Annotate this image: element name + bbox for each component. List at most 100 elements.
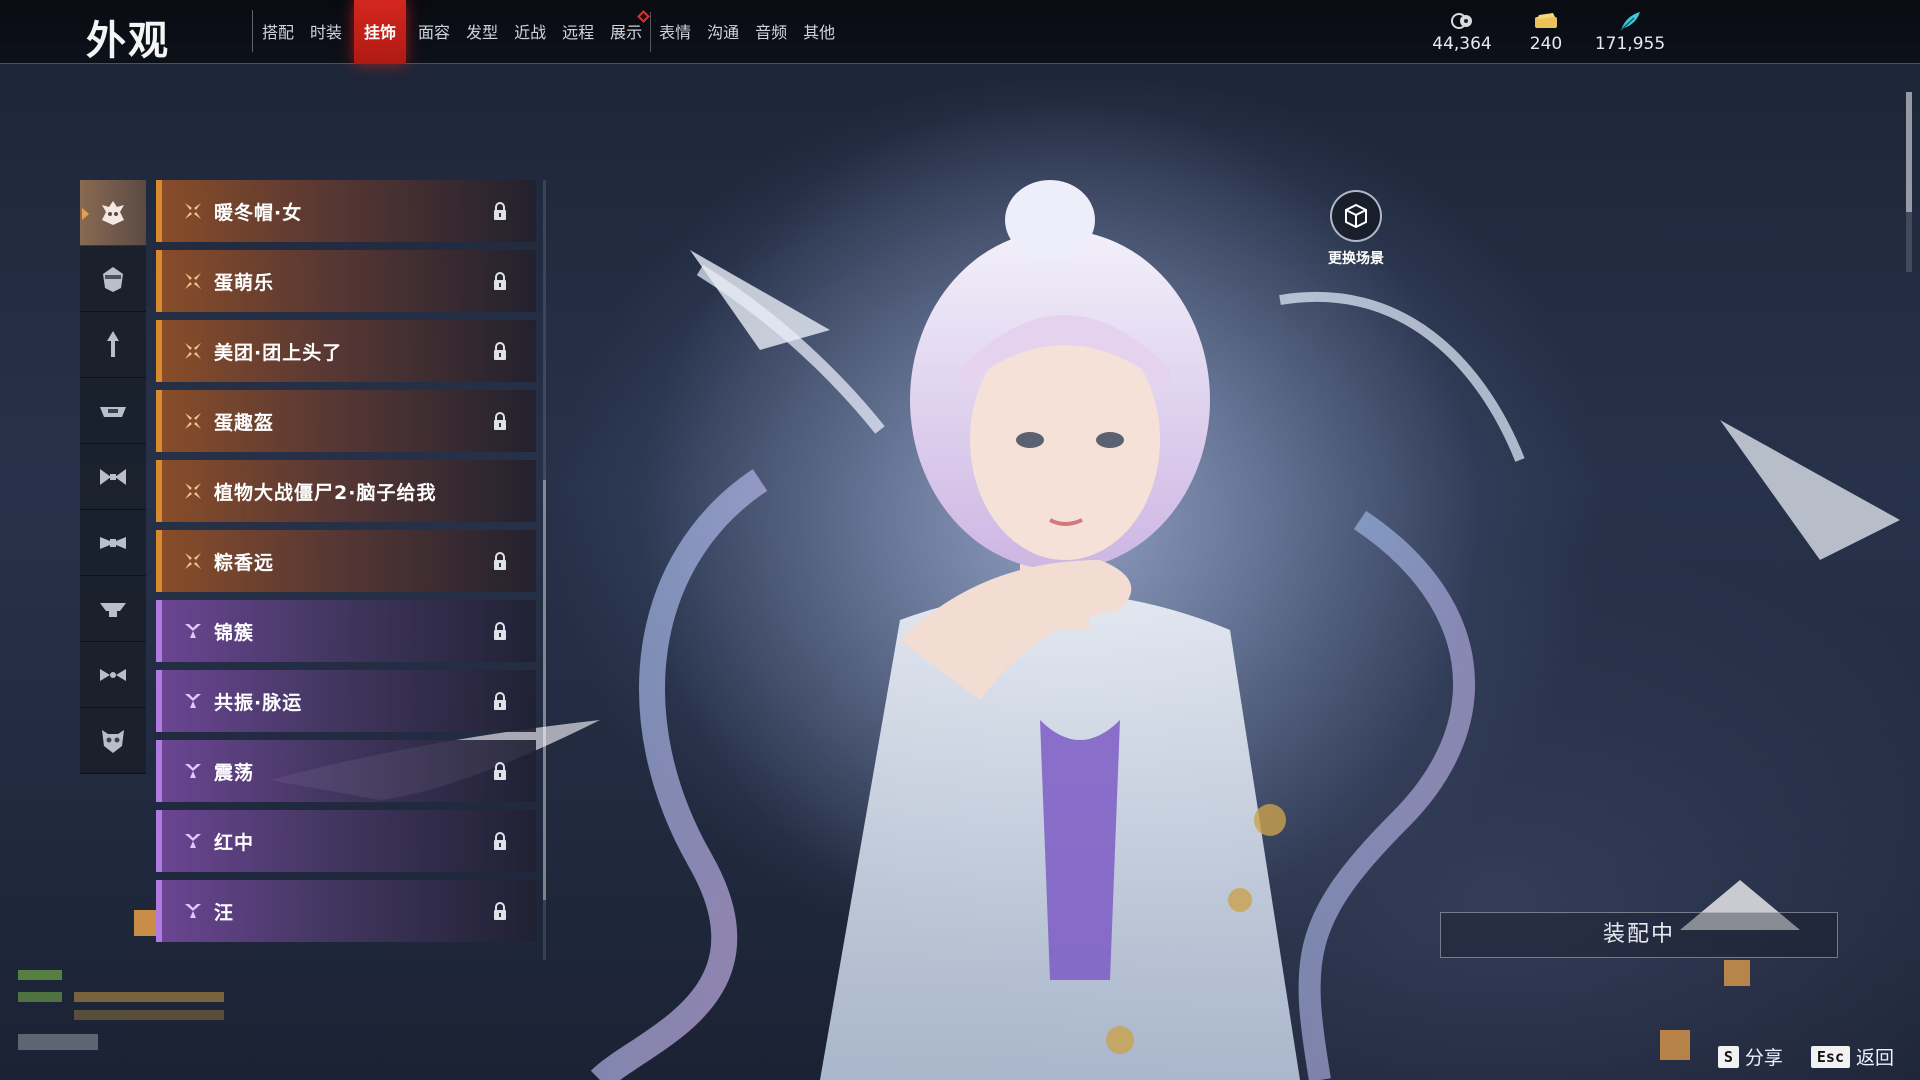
lock-icon [492,831,508,855]
item-name: 蛋萌乐 [214,271,275,294]
head-ornament-icon [102,200,124,225]
slot-hairpin[interactable] [80,312,146,378]
accessory-slot-rail [80,180,146,774]
key-hints: S 分享 Esc 返回 [1690,1043,1894,1070]
item-name: 美团·团上头了 [214,341,343,364]
right-scroll-thumb[interactable] [1906,92,1912,212]
lock-icon [492,691,508,715]
item-name: 共振·脉运 [214,691,303,714]
share-label: 分享 [1744,1047,1783,1069]
lock-icon [492,271,508,295]
tab-fashion[interactable]: 时装 [302,0,350,64]
tab-hairstyle[interactable]: 发型 [458,0,506,64]
feather-icon [1588,10,1672,32]
right-scrollbar[interactable] [1906,92,1912,272]
currency-feather[interactable]: 171,955 [1588,10,1672,54]
list-item[interactable]: 锦簇 [156,600,536,662]
item-name: 红中 [214,831,255,854]
legendary-rarity-icon [182,200,204,222]
list-item[interactable]: 暖冬帽·女 [156,180,536,242]
cube-icon [1330,190,1382,242]
blurred-hud [18,970,224,1050]
page-title: 外观 [86,18,170,64]
tab-melee[interactable]: 近战 [506,0,554,64]
lock-icon [492,761,508,785]
slot-bow[interactable] [80,444,146,510]
lock-icon [492,901,508,925]
list-item[interactable]: 汪 [156,880,536,942]
slot-waist[interactable] [80,510,146,576]
category-tabs: 搭配 时装 挂饰 面容 发型 近战 远程 展示 表情 沟通 音频 其他 [254,0,843,64]
slot-wing[interactable] [80,642,146,708]
wing-ornament-icon [100,668,126,681]
list-item[interactable]: 植物大战僵尸2·脑子给我 [156,460,536,522]
slot-back[interactable] [80,576,146,642]
list-scroll-thumb[interactable] [543,480,546,900]
legendary-rarity-icon [182,270,204,292]
item-name: 震荡 [214,761,255,784]
tab-audio[interactable]: 音频 [747,0,795,64]
change-scene-button[interactable]: 更换场景 [1324,190,1388,268]
currency-ticket[interactable]: 240 [1504,10,1588,54]
epic-rarity-icon [182,620,204,642]
epic-rarity-icon [182,900,204,922]
epic-rarity-icon [182,760,204,782]
tab-ranged[interactable]: 远程 [554,0,602,64]
accessory-list: 暖冬帽·女 蛋萌乐 美团·团上头了 蛋趣盔 植物大战僵尸2·脑子给我 粽香远 锦… [156,180,536,950]
hair-pin-icon [107,330,119,357]
list-item[interactable]: 蛋萌乐 [156,250,536,312]
change-scene-label: 更换场景 [1328,251,1384,267]
currency-ticket-value: 240 [1529,34,1563,54]
tab-face[interactable]: 面容 [410,0,458,64]
share-key: S [1717,1045,1739,1068]
top-bar: 外观 搭配 时装 挂饰 面容 发型 近战 远程 展示 表情 沟通 音频 其他 4… [0,0,1920,64]
waist-ornament-icon [100,536,126,549]
lock-icon [492,201,508,225]
title-divider [252,10,253,52]
lock-icon [492,551,508,575]
new-badge-icon [637,10,650,23]
back-label: 返回 [1855,1047,1894,1069]
back-hint[interactable]: Esc 返回 [1810,1043,1894,1070]
back-ornament-icon [100,602,126,617]
item-name: 植物大战僵尸2·脑子给我 [214,481,437,504]
tab-emote[interactable]: 表情 [651,0,699,64]
face-ornament-icon [103,266,123,292]
list-item[interactable]: 共振·脉运 [156,670,536,732]
legendary-rarity-icon [182,410,204,432]
lock-icon [492,621,508,645]
list-item[interactable]: 粽香远 [156,530,536,592]
bow-icon [100,468,126,485]
coin-icon [1420,10,1504,32]
tab-other[interactable]: 其他 [795,0,843,64]
item-name: 锦簇 [214,621,255,644]
legendary-rarity-icon [182,550,204,572]
list-item[interactable]: 红中 [156,810,536,872]
tab-showcase[interactable]: 展示 [602,0,650,64]
slot-brim[interactable] [80,378,146,444]
list-scrollbar[interactable] [543,180,546,960]
item-name: 粽香远 [214,551,275,574]
equip-status-button[interactable]: 装配中 [1440,912,1838,958]
legendary-rarity-icon [182,340,204,362]
tab-outfit[interactable]: 搭配 [254,0,302,64]
ticket-icon [1504,10,1588,32]
tab-accessories[interactable]: 挂饰 [354,0,407,64]
tab-communication[interactable]: 沟通 [699,0,747,64]
epic-rarity-icon [182,690,204,712]
currency-coin[interactable]: 44,364 [1420,10,1504,54]
hat-brim-icon [100,406,126,417]
list-item[interactable]: 美团·团上头了 [156,320,536,382]
slot-head[interactable] [80,180,146,246]
item-name: 蛋趣盔 [214,411,275,434]
list-item[interactable]: 震荡 [156,740,536,802]
slot-mask[interactable] [80,708,146,774]
currency-feather-value: 171,955 [1594,34,1666,54]
lock-icon [492,341,508,365]
list-item[interactable]: 蛋趣盔 [156,390,536,452]
item-name: 暖冬帽·女 [214,201,303,224]
slot-face[interactable] [80,246,146,312]
share-hint[interactable]: S 分享 [1717,1043,1783,1070]
back-key: Esc [1810,1045,1850,1068]
tab-showcase-label: 展示 [610,23,643,42]
